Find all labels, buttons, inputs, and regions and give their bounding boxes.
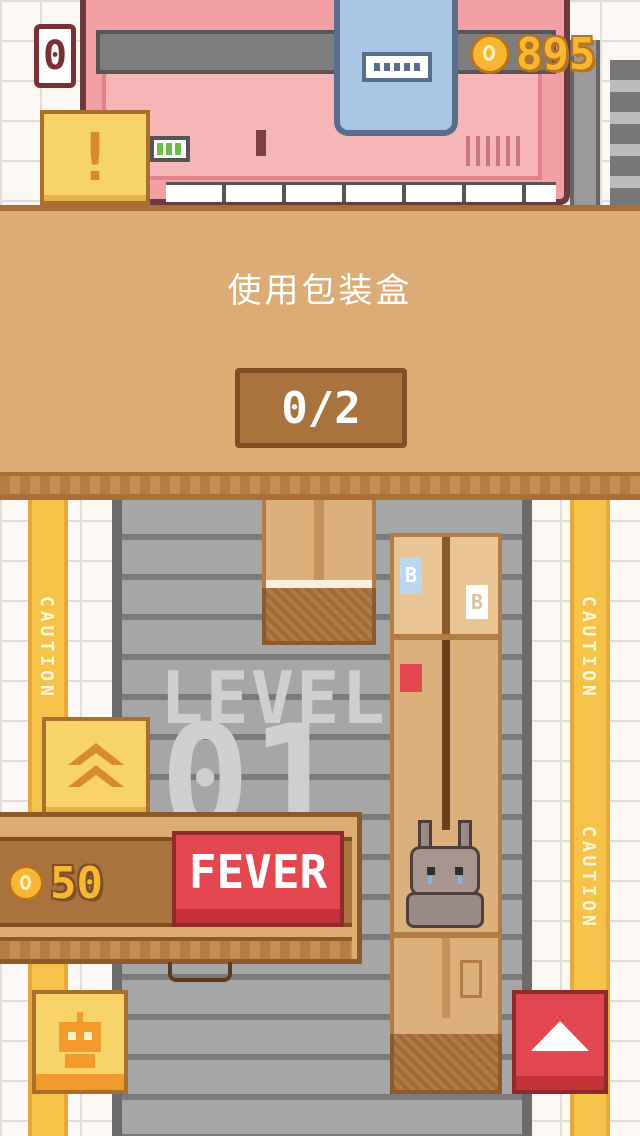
falling-box-base xyxy=(262,588,376,645)
battery-indicator xyxy=(150,136,190,162)
caution-label-left: CAUTION xyxy=(36,596,57,700)
machine-conveyor-line xyxy=(166,182,556,202)
caution-label-right-top: CAUTION xyxy=(578,596,599,700)
box-label-b-top: B xyxy=(400,557,422,593)
fever-cost: 50 xyxy=(8,855,103,911)
double-chevron-up-icon xyxy=(68,743,124,787)
fever-cost-value: 50 xyxy=(50,857,103,909)
exclamation-icon: ! xyxy=(75,119,115,196)
speed-up-button[interactable] xyxy=(42,717,150,817)
stack-up-button[interactable] xyxy=(512,990,608,1094)
coin-count: 895 xyxy=(516,28,596,80)
fever-panel: 50 FEVER xyxy=(0,812,362,964)
robot-button[interactable] xyxy=(32,990,128,1094)
fragile-sticker xyxy=(400,664,422,692)
progress-count: 0/2 xyxy=(281,382,361,434)
fever-panel-trim xyxy=(0,937,352,959)
panel-handle xyxy=(168,962,232,982)
fever-button[interactable]: FEVER xyxy=(172,831,344,927)
score-value: 0 xyxy=(42,33,68,79)
robot-icon xyxy=(59,1012,101,1068)
press-display xyxy=(362,52,432,82)
banner-bottom-trim xyxy=(0,472,640,494)
progress-box: 0/2 xyxy=(235,368,407,448)
fever-label: FEVER xyxy=(188,845,328,899)
machine-slot-left xyxy=(256,130,266,156)
triangle-up-icon xyxy=(531,1021,589,1051)
stacked-box-base xyxy=(390,1034,502,1094)
alert-indicator[interactable]: ! xyxy=(40,110,150,205)
banner-title: 使用包装盒 xyxy=(227,271,413,311)
stacked-box-top: B B xyxy=(390,533,502,638)
coin-icon xyxy=(470,34,510,74)
coin-icon xyxy=(8,865,44,901)
caution-label-right-bottom: CAUTION xyxy=(578,826,599,930)
task-banner: 使用包装盒 0/2 xyxy=(0,205,640,500)
bunny-character xyxy=(406,820,486,928)
stamping-press xyxy=(334,0,458,136)
machine-vents xyxy=(466,136,526,166)
box-slot xyxy=(460,960,482,998)
stacked-box-bottom xyxy=(390,934,502,1094)
score-display: 0 xyxy=(34,24,76,88)
coin-counter: 895 xyxy=(470,26,620,82)
box-label-b-right: B xyxy=(466,585,488,619)
falling-box xyxy=(262,500,376,645)
